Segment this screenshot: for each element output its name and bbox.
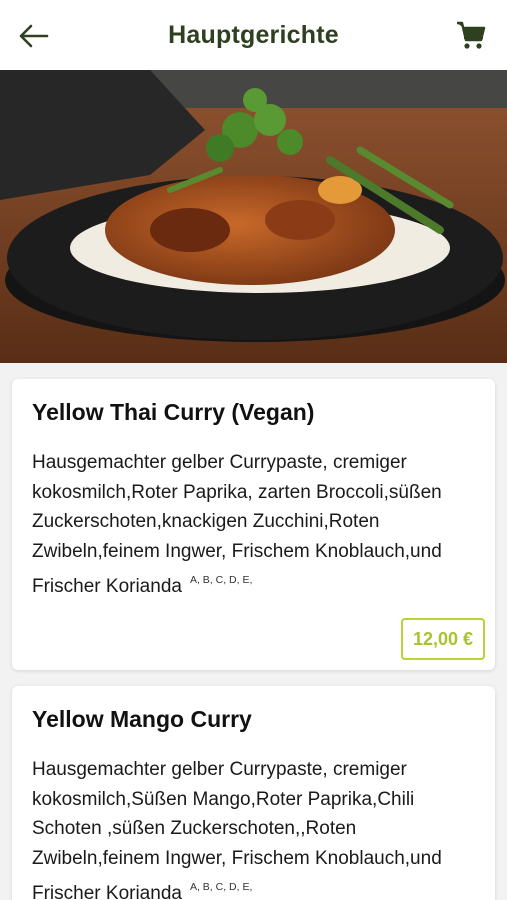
menu-item-title: Yellow Mango Curry	[32, 706, 252, 732]
allergen-codes: A, B, C, D, E,	[189, 574, 253, 586]
menu-item-card[interactable]: Yellow Mango Curry Hausgemachter gelber …	[12, 686, 495, 900]
menu-item-title: Yellow Thai Curry (Vegan)	[32, 399, 315, 425]
price-button[interactable]: 12,00 €	[400, 618, 485, 660]
page-title: Hauptgerichte	[168, 20, 339, 49]
cart-button[interactable]	[453, 16, 489, 54]
back-button[interactable]	[14, 18, 54, 54]
allergen-codes: A, B, C, D, E,	[189, 881, 253, 893]
arrow-left-icon	[19, 24, 49, 48]
menu-item-description: Hausgemachter gelber Currypaste, cremige…	[32, 448, 475, 602]
dish-hero-image	[0, 70, 507, 363]
description-text: Hausgemachter gelber Currypaste, cremige…	[32, 759, 442, 900]
menu-item-card[interactable]: Yellow Thai Curry (Vegan) Hausgemachter …	[12, 379, 495, 670]
shopping-cart-icon	[457, 21, 486, 49]
app-header: Hauptgerichte	[0, 0, 507, 70]
menu-item-description: Hausgemachter gelber Currypaste, cremige…	[32, 755, 475, 900]
